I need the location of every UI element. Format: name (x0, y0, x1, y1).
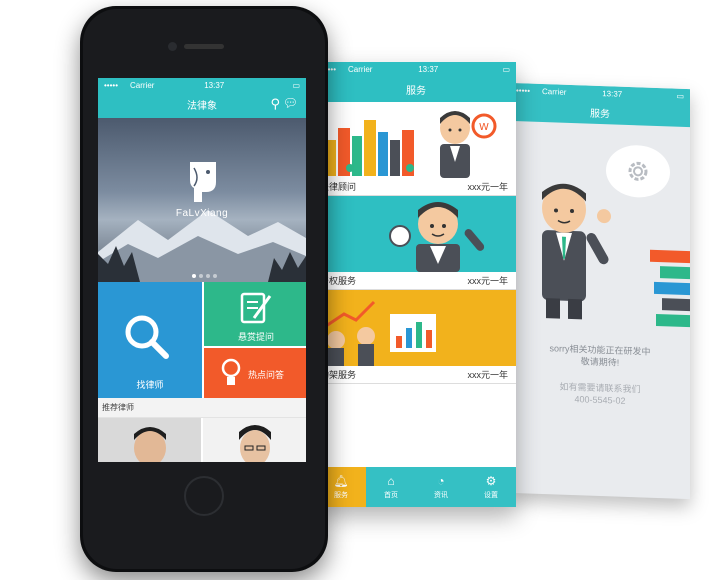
note-edit-icon (240, 292, 272, 324)
dot (206, 274, 210, 278)
clock: 13:37 (418, 64, 439, 74)
magnifier-icon (125, 315, 169, 359)
decor-bar (662, 298, 690, 312)
tab-bar: 🔔︎ 服务 ⌂ 首页 ◔ 资讯 ⚙ 设置 (316, 467, 516, 507)
tile-label: 悬赏提问 (237, 332, 274, 342)
service-row: 构架服务 xxx元一年 (316, 366, 516, 384)
dot (213, 274, 217, 278)
decor-bar (656, 313, 690, 328)
battery-icon: ▭ (292, 80, 300, 90)
decor-bar (660, 266, 690, 280)
dot (199, 274, 203, 278)
lawyer-list (98, 418, 306, 462)
lawyer-card[interactable] (203, 418, 306, 462)
dot-active (192, 274, 196, 278)
lawyer-card[interactable] (98, 418, 201, 462)
service-price: xxx元一年 (467, 370, 508, 380)
businessman-illustration: W (440, 111, 497, 178)
svg-text:W: W (479, 122, 489, 133)
home-button[interactable] (184, 476, 224, 516)
team-chart-illustration (325, 300, 436, 366)
carrier-label: Carrier (542, 86, 567, 97)
coming-soon-text: sorry相关功能正在研发中 敬请期待! (510, 341, 690, 371)
app-title-text: 法律象 (187, 100, 217, 112)
service-price: xxx元一年 (467, 276, 508, 286)
service-price: xxx元一年 (467, 182, 508, 192)
tab-home[interactable]: ⌂ 首页 (366, 467, 416, 507)
tab-label: 资讯 (434, 492, 448, 499)
screen-coming-soon: ••••• Carrier 13:37 ▭ 服务 sorry相关功能正在研发中 … (510, 82, 690, 500)
tile-label: 热点问答 (248, 370, 285, 380)
lawyer-photo (203, 418, 306, 462)
battery-icon: ▭ (676, 91, 684, 101)
service-card[interactable]: 产权服务 xxx元一年 (316, 196, 516, 290)
status-bar: ••••• Carrier 13:37 ▭ (98, 78, 306, 92)
find-lawyer-button[interactable]: 找律师 (98, 282, 202, 398)
decor-bar (654, 281, 690, 296)
speech-bubble (606, 144, 670, 199)
search-icon[interactable]: ⚲ (270, 96, 280, 112)
city-skyline-illustration (326, 120, 414, 176)
app-title: 法律象 ⚲ 💬︎ (98, 92, 306, 116)
lawyer-photo (98, 418, 201, 462)
tab-label: 设置 (484, 492, 498, 499)
tab-settings[interactable]: ⚙ 设置 (466, 467, 516, 507)
chat-icon[interactable]: 💬︎ (283, 96, 298, 110)
page-title: 服务 (406, 85, 426, 97)
carousel-dots[interactable] (192, 274, 217, 278)
gear-icon: ⚙ (485, 474, 497, 488)
tab-news[interactable]: ◔ 资讯 (416, 467, 466, 507)
decor-bar (650, 249, 690, 264)
hot-question-button[interactable]: 热点问答 (204, 348, 306, 398)
service-row: 法律顾问 xxx元一年 (316, 178, 516, 196)
tab-label: 服务 (334, 492, 348, 499)
header: ••••• Carrier 13:37 ▭ 服务 (316, 62, 516, 102)
screen-services: ••••• Carrier 13:37 ▭ 服务 W 法律顾问 xxx元一年 产… (316, 62, 516, 507)
screen-home: ••••• Carrier 13:37 ▭ 法律象 ⚲ 💬︎ FaLvXiang… (98, 78, 306, 462)
gear-icon (628, 161, 648, 181)
clock: 13:37 (204, 80, 225, 90)
battery-icon: ▭ (502, 64, 510, 74)
mountain-landscape-image (98, 210, 306, 282)
contact-text: 如有需要请联系我们 400-5545-02 (510, 379, 690, 409)
brand-name: FaLvXiang (175, 208, 229, 219)
news-icon: ◔ (437, 474, 445, 488)
feature-grid: 找律师 悬赏提问 热点问答 (98, 282, 306, 398)
header: ••••• Carrier 13:37 ▭ 法律象 ⚲ 💬︎ (98, 78, 306, 118)
page-title: 服务 (590, 108, 610, 120)
camera-icon (168, 42, 177, 51)
service-row: 产权服务 xxx元一年 (316, 272, 516, 290)
tab-label: 首页 (384, 492, 398, 499)
signal-icon: ••••• (104, 80, 119, 90)
home-icon: ⌂ (387, 474, 395, 488)
service-card[interactable]: W 法律顾问 xxx元一年 (316, 102, 516, 196)
phone-screen-services: ••••• Carrier 13:37 ▭ 服务 W 法律顾问 xxx元一年 产… (312, 52, 518, 507)
phone-device-front: ••••• Carrier 13:37 ▭ 法律象 ⚲ 💬︎ FaLvXiang… (80, 6, 328, 572)
carrier-label: Carrier (348, 64, 373, 74)
phone-screen-coming-soon: ••••• Carrier 13:37 ▭ 服务 sorry相关功能正在研发中 … (500, 57, 700, 500)
reward-question-button[interactable]: 悬赏提问 (204, 282, 306, 346)
signal-icon: ••••• (516, 85, 531, 96)
lightbulb-icon (221, 358, 241, 385)
businessman-bulb-illustration (389, 202, 485, 272)
bell-icon: 🔔︎ (333, 474, 349, 488)
service-card[interactable]: 构架服务 xxx元一年 (316, 290, 516, 384)
clock: 13:37 (602, 88, 623, 99)
speaker-grille (184, 44, 224, 49)
banner-carousel[interactable]: FaLvXiang (98, 118, 306, 282)
carrier-label: Carrier (130, 80, 155, 90)
header: ••••• Carrier 13:37 ▭ 服务 (510, 82, 690, 128)
tile-label: 找律师 (136, 380, 164, 390)
section-heading: 推荐律师 (98, 398, 306, 418)
elephant-logo-icon (190, 162, 216, 202)
status-bar: ••••• Carrier 13:37 ▭ (316, 62, 516, 76)
businessman-illustration (542, 183, 611, 320)
